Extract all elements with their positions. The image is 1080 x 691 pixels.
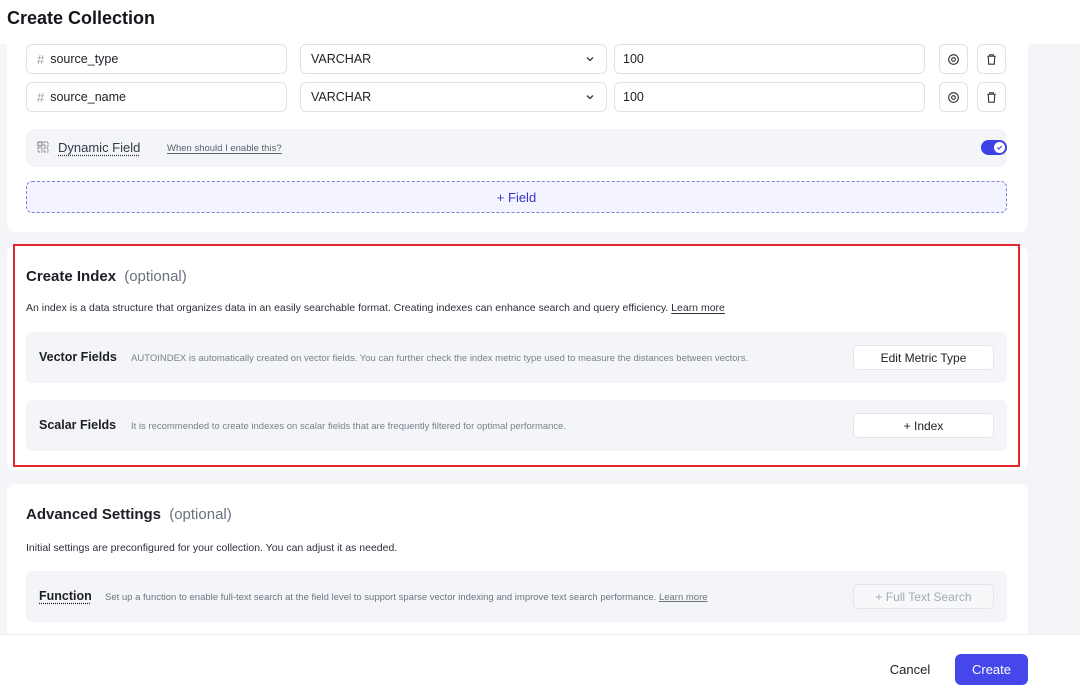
dynamic-field-row: Dynamic Field When should I enable this? <box>26 129 1007 167</box>
create-index-title: Create Index (optional) <box>26 268 187 285</box>
page-header: Create Collection <box>0 0 1080 44</box>
hash-icon: # <box>37 89 45 105</box>
learn-more-link[interactable]: Learn more <box>659 592 708 603</box>
edit-metric-type-button[interactable]: Edit Metric Type <box>853 345 994 370</box>
dynamic-field-icon <box>37 141 49 153</box>
chevron-down-icon <box>586 57 594 62</box>
field-settings-button[interactable] <box>939 82 968 112</box>
vector-fields-label: Vector Fields <box>39 350 117 364</box>
vector-fields-row: Vector Fields AUTOINDEX is automatically… <box>26 332 1007 383</box>
scroll-area[interactable]: # source_type VARCHAR 100 # source_name <box>0 44 1080 634</box>
field-type-select[interactable]: VARCHAR <box>300 44 607 74</box>
field-delete-button[interactable] <box>977 44 1006 74</box>
cancel-button[interactable]: Cancel <box>874 654 946 684</box>
chevron-down-icon <box>586 95 594 100</box>
function-description: Set up a function to enable full-text se… <box>105 592 708 603</box>
add-field-button[interactable]: + Field <box>26 181 1007 213</box>
trash-icon <box>987 91 996 103</box>
page-title: Create Collection <box>7 8 156 28</box>
field-type-select[interactable]: VARCHAR <box>300 82 607 112</box>
vector-fields-description: AUTOINDEX is automatically created on ve… <box>131 353 749 364</box>
dynamic-field-toggle[interactable] <box>981 140 1007 155</box>
field-settings-button[interactable] <box>939 44 968 74</box>
advanced-settings-card: Advanced Settings (optional) Initial set… <box>7 484 1028 634</box>
advanced-settings-description: Initial settings are preconfigured for y… <box>26 542 398 554</box>
field-delete-button[interactable] <box>977 82 1006 112</box>
schema-fields-card: # source_type VARCHAR 100 # source_name <box>7 44 1028 232</box>
hash-icon: # <box>37 51 45 67</box>
footer: Cancel Create <box>0 634 1080 691</box>
add-index-button[interactable]: + Index <box>853 413 994 438</box>
field-max-length-input[interactable]: 100 <box>614 44 925 74</box>
dynamic-field-help-link[interactable]: When should I enable this? <box>167 143 282 154</box>
trash-icon <box>987 53 996 65</box>
scalar-fields-label: Scalar Fields <box>39 418 117 432</box>
function-row: Function Set up a function to enable ful… <box>26 571 1007 622</box>
create-button[interactable]: Create <box>955 654 1028 685</box>
learn-more-link[interactable]: Learn more <box>671 302 725 314</box>
scalar-fields-description: It is recommended to create indexes on s… <box>131 421 567 432</box>
field-name-input[interactable]: # source_name <box>26 82 287 112</box>
settings-icon <box>948 91 959 103</box>
create-index-description: An index is a data structure that organi… <box>26 302 725 314</box>
create-index-card: Create Index (optional) An index is a da… <box>7 246 1028 470</box>
settings-icon <box>948 53 959 65</box>
field-max-length-input[interactable]: 100 <box>614 82 925 112</box>
function-label: Function <box>39 589 92 603</box>
check-icon <box>996 145 1003 150</box>
dynamic-field-label: Dynamic Field <box>58 140 141 155</box>
full-text-search-button[interactable]: + Full Text Search <box>853 584 994 609</box>
field-name-input[interactable]: # source_type <box>26 44 287 74</box>
advanced-settings-title: Advanced Settings (optional) <box>26 506 232 523</box>
scalar-fields-row: Scalar Fields It is recommended to creat… <box>26 400 1007 451</box>
